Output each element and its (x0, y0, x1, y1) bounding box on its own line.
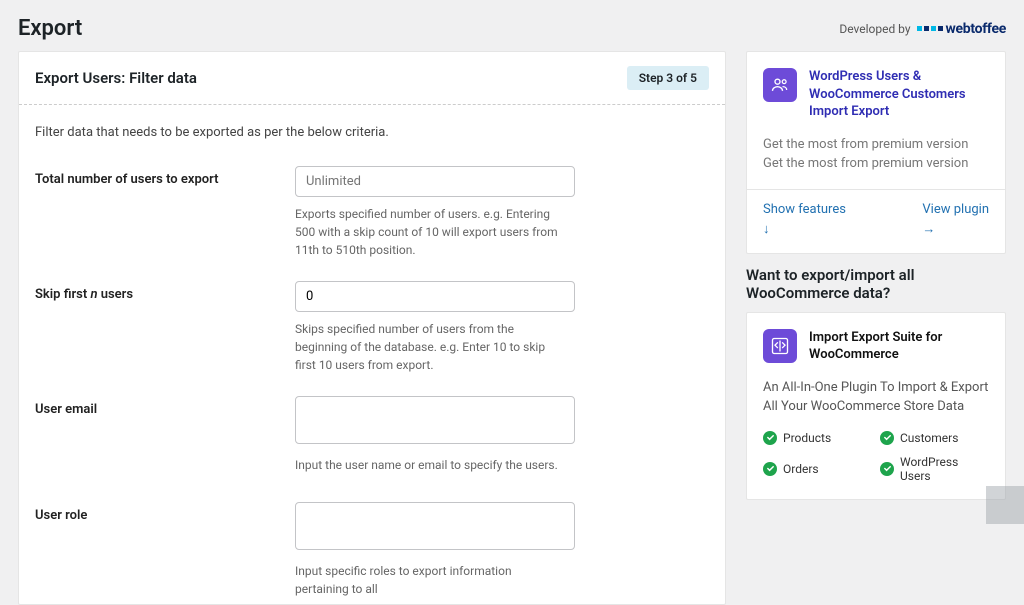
check-icon (763, 431, 777, 445)
total-users-label: Total number of users to export (35, 166, 295, 189)
promo2-desc: An All-In-One Plugin To Import & Export … (763, 378, 989, 417)
users-plugin-icon (763, 68, 797, 102)
arrow-right-icon: → (922, 221, 989, 237)
panel-title: Export Users: Filter data (35, 69, 197, 87)
check-icon (880, 462, 894, 476)
panel-intro: Filter data that needs to be exported as… (35, 125, 709, 140)
promo2-title: Import Export Suite for WooCommerce (809, 329, 989, 364)
user-email-label: User email (35, 396, 295, 419)
promo1-desc: Get the most from premium version Get th… (763, 135, 989, 174)
skip-users-help: Skips specified number of users from the… (295, 320, 565, 374)
feature-item: WordPress Users (880, 455, 989, 483)
feature-item: Products (763, 431, 872, 445)
promo1-title: WordPress Users & WooCommerce Customers … (809, 68, 989, 121)
promo-card-suite: Import Export Suite for WooCommerce An A… (746, 312, 1006, 500)
view-plugin-link[interactable]: View plugin → (922, 202, 989, 237)
skip-users-input[interactable] (295, 281, 575, 312)
export-panel: Export Users: Filter data Step 3 of 5 Fi… (18, 51, 726, 605)
developed-by: Developed by webtoffee (839, 21, 1006, 37)
webtoffee-logo: webtoffee (917, 21, 1006, 37)
user-email-input[interactable] (295, 396, 575, 444)
logo-dots-icon (917, 26, 943, 31)
check-icon (880, 431, 894, 445)
check-icon (763, 462, 777, 476)
skip-users-label: Skip first n users (35, 281, 295, 304)
import-export-icon (763, 329, 797, 363)
page-title: Export (18, 16, 82, 41)
user-email-help: Input the user name or email to specify … (295, 456, 565, 474)
sidebar-heading: Want to export/import all WooCommerce da… (746, 254, 1006, 312)
feature-item: Orders (763, 455, 872, 483)
feature-item: Customers (880, 431, 989, 445)
show-features-link[interactable]: Show features ↓ (763, 202, 846, 237)
total-users-help: Exports specified number of users. e.g. … (295, 205, 565, 259)
step-badge: Step 3 of 5 (627, 66, 709, 90)
arrow-down-icon: ↓ (763, 221, 846, 237)
scroll-stub (986, 486, 1024, 524)
promo-card-premium: WordPress Users & WooCommerce Customers … (746, 51, 1006, 254)
total-users-input[interactable] (295, 166, 575, 197)
user-role-label: User role (35, 502, 295, 525)
user-role-help: Input specific roles to export informati… (295, 562, 565, 598)
user-role-input[interactable] (295, 502, 575, 550)
